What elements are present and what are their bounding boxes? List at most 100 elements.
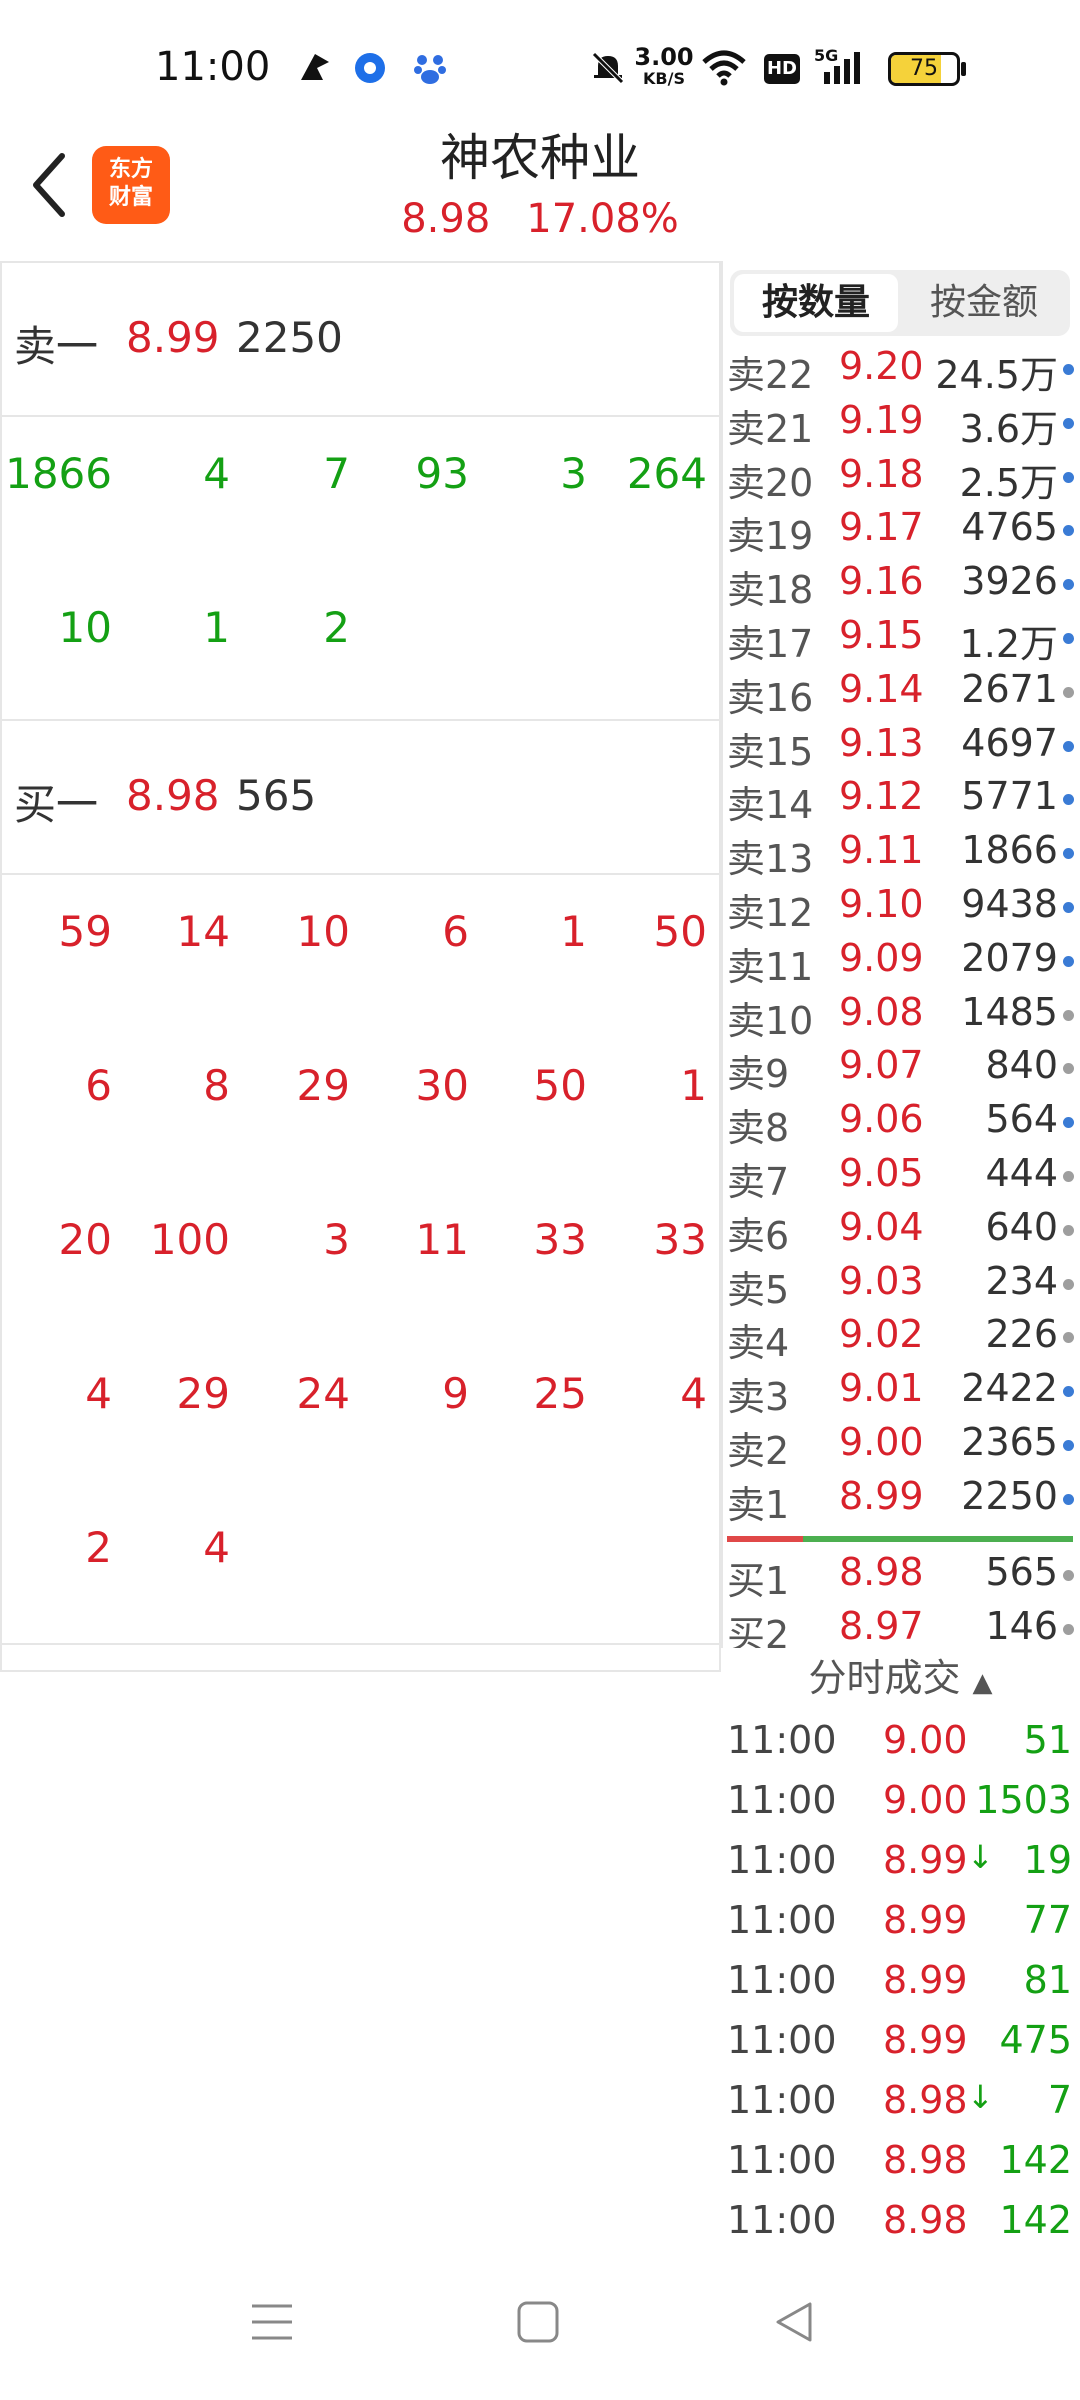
order-dot-indicator <box>1063 1009 1074 1021</box>
tab-by-amount[interactable]: 按金额 <box>902 274 1066 332</box>
trade-row[interactable]: 11:00 9.00 51 <box>721 1710 1080 1770</box>
ask-row[interactable]: 卖6 9.04 640 <box>721 1201 1080 1258</box>
tab-by-quantity[interactable]: 按数量 <box>734 274 898 332</box>
ask-row[interactable]: 卖8 9.06 564 <box>721 1093 1080 1150</box>
queue-volume: 50 <box>533 1061 587 1110</box>
sell1-price: 8.99 <box>126 313 220 362</box>
wifi-icon <box>702 50 746 86</box>
ask-row[interactable]: 卖2 9.00 2365 <box>721 1416 1080 1473</box>
ask-row[interactable]: 卖21 9.19 3.6万 <box>721 394 1080 451</box>
queue-volume: 1 <box>560 907 587 956</box>
ask-row[interactable]: 卖18 9.16 3926 <box>721 555 1080 612</box>
ask-row[interactable]: 卖15 9.13 4697 <box>721 717 1080 774</box>
ask-level-label: 卖15 <box>727 729 814 774</box>
ask-level-label: 卖5 <box>727 1267 790 1312</box>
trade-time: 11:00 <box>727 1778 837 1822</box>
trade-row[interactable]: 11:00 8.98 ↓ 7 <box>721 2070 1080 2130</box>
ask-volume: 2079 <box>961 935 1058 980</box>
sell1-row[interactable]: 卖一 8.99 2250 <box>2 263 721 417</box>
ask-price: 9.18 <box>839 451 924 496</box>
ask-row[interactable]: 卖1 8.99 2250 <box>721 1470 1080 1527</box>
queue-volume: 29 <box>176 1369 230 1418</box>
trade-row[interactable]: 11:00 8.98 142 <box>721 2190 1080 2250</box>
trade-row[interactable]: 11:00 8.98 142 <box>721 2130 1080 2190</box>
ask-price: 9.02 <box>839 1312 924 1357</box>
order-dot-indicator <box>1063 1332 1074 1344</box>
ask-row[interactable]: 卖9 9.07 840 <box>721 1039 1080 1096</box>
back-nav-icon[interactable] <box>772 2300 816 2344</box>
ask-level-label: 卖20 <box>727 460 814 505</box>
ask-row[interactable]: 卖11 9.09 2079 <box>721 932 1080 989</box>
queue-volume: 1866 <box>5 449 112 498</box>
order-dot-indicator <box>1063 579 1074 591</box>
trade-price: 8.98 <box>883 2138 968 2182</box>
menu-nav-icon[interactable] <box>250 2300 294 2344</box>
ask-row[interactable]: 卖16 9.14 2671 <box>721 663 1080 720</box>
buy1-row[interactable]: 买一 8.98 565 <box>2 721 721 875</box>
queue-volume: 6 <box>85 1061 112 1110</box>
queue-volume: 100 <box>149 1215 230 1264</box>
ask-volume: 2422 <box>961 1366 1058 1411</box>
order-dot-indicator <box>1063 902 1074 913</box>
trade-row[interactable]: 11:00 8.99 77 <box>721 1890 1080 1950</box>
ask-row[interactable]: 卖22 9.20 24.5万 <box>721 340 1080 397</box>
bid-row[interactable]: 买2 8.97 146 <box>721 1600 1080 1648</box>
order-book[interactable]: 卖22 9.20 24.5万 卖21 9.19 3.6万 卖20 9.18 2.5万 卖19 9.1… <box>721 340 1080 1648</box>
queue-volume: 10 <box>296 907 350 956</box>
ask-row[interactable]: 卖5 9.03 234 <box>721 1255 1080 1312</box>
order-dot-indicator <box>1063 364 1074 375</box>
queue-volume: 25 <box>533 1369 587 1418</box>
order-dot-indicator <box>1063 955 1074 967</box>
status-time: 11:00 <box>155 44 271 90</box>
order-dot-indicator <box>1063 1224 1074 1236</box>
order-dot-indicator <box>1063 686 1074 698</box>
trade-row[interactable]: 11:00 8.99 81 <box>721 1950 1080 2010</box>
signal-icon <box>824 52 860 84</box>
bid-level-label: 买1 <box>727 1559 790 1603</box>
trade-volume: 77 <box>1023 1898 1072 1942</box>
trade-row[interactable]: 11:00 8.99 ↓ 19 <box>721 1830 1080 1890</box>
browser-notification-icon <box>355 53 385 83</box>
trade-volume: 81 <box>1023 1958 1072 2002</box>
ask-row[interactable]: 卖19 9.17 4765 <box>721 501 1080 558</box>
bid-volume: 565 <box>985 1550 1058 1594</box>
ask-row[interactable]: 卖20 9.18 2.5万 <box>721 448 1080 505</box>
ask-price: 8.99 <box>839 1473 924 1518</box>
ask-level-label: 卖11 <box>727 944 814 989</box>
ask-row[interactable]: 卖12 9.10 9438 <box>721 878 1080 935</box>
ask-volume: 234 <box>985 1258 1058 1303</box>
ask-row[interactable]: 卖14 9.12 5771 <box>721 770 1080 827</box>
home-nav-icon[interactable] <box>516 2300 560 2344</box>
ask-row[interactable]: 卖10 9.08 1485 <box>721 986 1080 1043</box>
bid-row[interactable]: 买1 8.98 565 <box>721 1546 1080 1603</box>
tick-trades-panel[interactable]: 分时成交 ▲ 11:00 9.00 51 11:00 9.00 1503 11:00 8.99… <box>721 1648 1080 2248</box>
queue-volume: 9 <box>442 1369 469 1418</box>
ask-level-label: 卖21 <box>727 406 814 451</box>
trade-price: 8.99 <box>883 2018 968 2062</box>
ask-level-label: 卖10 <box>727 998 814 1043</box>
ask-row[interactable]: 卖7 9.05 444 <box>721 1147 1080 1204</box>
trade-row[interactable]: 11:00 8.99 475 <box>721 2010 1080 2070</box>
trades-header[interactable]: 分时成交 ▲ <box>721 1648 1080 1708</box>
trade-time: 11:00 <box>727 2018 837 2062</box>
ask-price: 9.00 <box>839 1420 924 1464</box>
battery-tip <box>961 62 966 76</box>
ask-level-label: 卖16 <box>727 675 814 720</box>
ask-volume: 1866 <box>961 828 1058 873</box>
ask-level-label: 卖17 <box>727 622 814 666</box>
ask-price: 9.16 <box>839 559 924 604</box>
buy1-price: 8.98 <box>126 771 220 820</box>
trade-time: 11:00 <box>727 1958 837 2002</box>
ask-row[interactable]: 卖3 9.01 2422 <box>721 1362 1080 1419</box>
ask-volume: 226 <box>985 1312 1058 1357</box>
collapse-up-icon[interactable]: ▲ <box>973 1668 993 1698</box>
trade-row[interactable]: 11:00 9.00 1503 <box>721 1770 1080 1830</box>
baidu-notification-icon <box>414 55 446 84</box>
ask-volume: 444 <box>985 1151 1058 1195</box>
ask-row[interactable]: 卖4 9.02 226 <box>721 1308 1080 1365</box>
ask-row[interactable]: 卖17 9.15 1.2万 <box>721 609 1080 666</box>
sell1-volume: 2250 <box>236 313 343 362</box>
ask-level-label: 卖1 <box>727 1482 790 1527</box>
bid-price: 8.97 <box>839 1604 924 1648</box>
ask-row[interactable]: 卖13 9.11 1866 <box>721 824 1080 881</box>
